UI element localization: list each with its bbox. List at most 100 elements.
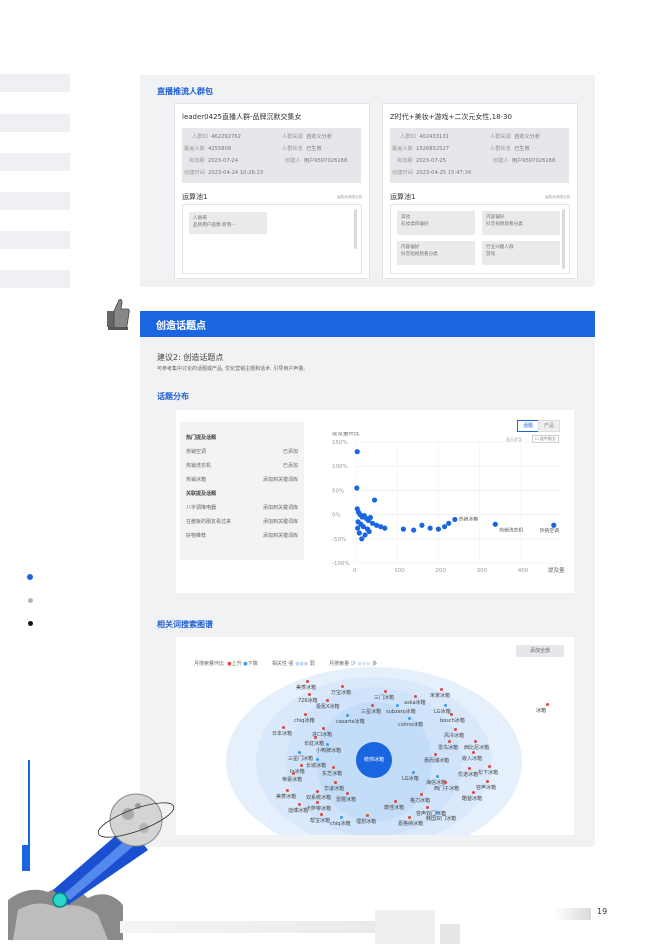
page-number: 19 bbox=[597, 907, 608, 916]
scatter-point[interactable] bbox=[354, 449, 360, 455]
rise-dot-icon bbox=[308, 693, 311, 696]
scatter-point[interactable] bbox=[367, 514, 374, 521]
keyword-node[interactable]: bosch冰箱 bbox=[440, 713, 465, 724]
keyword-node[interactable]: 冰箱 bbox=[536, 703, 549, 714]
scatter-point[interactable] bbox=[492, 521, 498, 527]
scatter-point[interactable] bbox=[356, 530, 362, 536]
keyword-node[interactable]: aska冰箱 bbox=[404, 695, 426, 706]
x-tick-label: 0 bbox=[353, 568, 357, 574]
keyword-node[interactable]: 理想冰箱 bbox=[356, 814, 376, 825]
decor-bar bbox=[555, 908, 591, 920]
info-value: 2023-07-24 bbox=[207, 158, 239, 164]
list-item-action[interactable]: 添加到关键词库 bbox=[263, 504, 298, 511]
list-item: 热销洗衣机 已添加 bbox=[186, 462, 298, 469]
rise-dot-icon bbox=[346, 792, 349, 795]
page-dot-active[interactable] bbox=[27, 574, 33, 580]
keyword-node[interactable]: 长城冰箱 bbox=[306, 758, 326, 769]
keyword-node[interactable]: 三星冰箱 bbox=[361, 704, 381, 715]
scatter-point[interactable] bbox=[551, 522, 557, 528]
keyword-node[interactable]: 风冷冰箱 bbox=[444, 728, 464, 739]
keyword-node[interactable]: 美菱冰箱 bbox=[276, 789, 296, 800]
crowd-chip[interactable]: 美妆 彩妆类目偏好 bbox=[397, 211, 475, 235]
scatter-point[interactable] bbox=[446, 520, 452, 526]
crowd-card[interactable]: leader0425直播人群-品牌沉默交集女 人群ID 462292762 人群… bbox=[174, 103, 370, 279]
scatter-point[interactable] bbox=[371, 497, 378, 503]
list-item-name: 热销洗衣机 bbox=[186, 463, 212, 469]
list-item-action[interactable]: 添加到关键词库 bbox=[263, 518, 298, 525]
keyword-node[interactable]: colmo冰箱 bbox=[398, 717, 423, 728]
keyword-node[interactable]: 小鸭牌冰箱 bbox=[316, 743, 341, 754]
list-item: 好物推荐 添加到关键词库 bbox=[186, 532, 298, 539]
keyword-node[interactable]: 韩国双门冰箱 bbox=[426, 811, 456, 822]
keyword-node[interactable]: 松下冰箱 bbox=[478, 765, 498, 776]
scatter-point[interactable] bbox=[419, 522, 425, 528]
tab-topic[interactable]: 话题 bbox=[517, 420, 539, 432]
scatter-point[interactable] bbox=[355, 525, 361, 531]
scatter-point[interactable] bbox=[366, 528, 372, 535]
keyword-node[interactable]: 三门冰箱 bbox=[374, 690, 394, 701]
keyword-node[interactable]: 雷霆冰箱 bbox=[336, 792, 356, 803]
keyword-node[interactable]: 华凌冰箱 bbox=[324, 781, 344, 792]
keyword-node[interactable]: 双系统冰箱 bbox=[306, 790, 331, 801]
keyword-node[interactable]: 酷爸冰箱 bbox=[462, 791, 482, 802]
keyword-node[interactable]: 格力冰箱 bbox=[410, 793, 430, 804]
keyword-node[interactable]: 嵌入冰箱 bbox=[462, 751, 482, 762]
keyword-node[interactable]: 726冰箱 bbox=[298, 693, 318, 704]
crowd-chip[interactable]: 内容偏好 抖音视频观看分类 bbox=[482, 211, 560, 235]
scatter-point[interactable] bbox=[441, 524, 448, 530]
crowd-chip[interactable]: 人群来 品牌用户画像·新用··· bbox=[189, 212, 267, 234]
keyword-node[interactable]: 惠而浦冰箱 bbox=[424, 753, 449, 764]
crowd-card[interactable]: Z时代+美妆+游戏+二次元女性,18-30 人群ID 402433131 人群来… bbox=[382, 103, 578, 279]
keyword-node[interactable]: chiq冰箱 bbox=[294, 713, 314, 724]
crowd-chip[interactable]: 行业兴趣人群 游戏 bbox=[482, 241, 560, 265]
scatter-point[interactable] bbox=[400, 526, 406, 532]
scatter-point[interactable] bbox=[452, 516, 458, 523]
scrollbar[interactable] bbox=[354, 209, 357, 249]
page-dot[interactable] bbox=[28, 598, 33, 603]
tab-product[interactable]: 产品 bbox=[538, 420, 560, 432]
keyword-node[interactable]: 极氪X冰箱 bbox=[316, 699, 339, 710]
crowd-chip[interactable]: 内容偏好 抖音短视频看分类 bbox=[397, 241, 475, 265]
keyword-node[interactable]: 优诺冰箱 bbox=[458, 767, 478, 778]
keyword-node[interactable]: 迪博冰箱 bbox=[288, 803, 308, 814]
pool-doc-link[interactable]: 运算池说明文档 bbox=[337, 195, 362, 200]
pool-doc-link[interactable]: 运算池说明文档 bbox=[545, 195, 570, 200]
keyword-node[interactable]: 卡萨帝冰箱 bbox=[306, 801, 331, 812]
keyword-node[interactable]: 康佳冰箱 bbox=[384, 800, 404, 811]
keyword-node[interactable]: LG冰箱 bbox=[402, 771, 419, 782]
list-item-action[interactable]: 已添加 bbox=[283, 448, 298, 455]
info-value: 2023-07-25 bbox=[415, 158, 447, 164]
keyword-node[interactable]: 美菱冰箱 bbox=[296, 680, 316, 691]
info-key: 创建人 bbox=[493, 158, 509, 164]
scatter-point[interactable] bbox=[435, 526, 441, 532]
keyword-node[interactable]: 西门子冰箱 bbox=[434, 781, 459, 792]
scrollbar[interactable] bbox=[562, 209, 565, 269]
page-dot[interactable] bbox=[28, 621, 33, 626]
keyword-node[interactable]: 容声冰箱 bbox=[476, 780, 496, 791]
info-value: 已生效 bbox=[306, 146, 322, 152]
keyword-node[interactable]: 嘉格纳冰箱 bbox=[398, 816, 423, 827]
keyword-node[interactable]: subzero冰箱 bbox=[386, 704, 416, 715]
scatter-point[interactable] bbox=[382, 525, 388, 531]
list-item-action[interactable]: 已添加 bbox=[283, 462, 298, 469]
keyword-node[interactable]: 日本冰箱 bbox=[272, 726, 292, 737]
scatter-point[interactable] bbox=[354, 485, 360, 491]
scatter-point[interactable] bbox=[411, 527, 417, 533]
keyword-node[interactable]: 帝豪冰箱 bbox=[282, 772, 302, 783]
keyword-node[interactable]: 雷鸟冰箱 bbox=[438, 740, 458, 751]
list-item-action[interactable]: 添加到关键词库 bbox=[263, 532, 298, 539]
keyword-node[interactable]: 万宝冰箱 bbox=[331, 685, 351, 696]
keyword-node[interactable]: LG冰箱 bbox=[434, 704, 451, 715]
keyword-label: LG冰箱 bbox=[434, 709, 451, 715]
keyword-node[interactable]: chiq冰箱 bbox=[330, 816, 350, 827]
keyword-node[interactable]: 西比尼冰箱 bbox=[464, 740, 489, 751]
keyword-node[interactable]: 帮宝冰箱 bbox=[310, 813, 330, 824]
scatter-point[interactable] bbox=[359, 536, 365, 542]
scatter-point[interactable] bbox=[427, 525, 433, 531]
keyword-node[interactable]: 三星门冰箱 bbox=[288, 751, 313, 762]
keyword-node[interactable]: 长虹冰箱 bbox=[304, 736, 324, 747]
keyword-node[interactable]: casarte冰箱 bbox=[336, 714, 365, 725]
keyword-node[interactable]: 东芝冰箱 bbox=[322, 766, 342, 777]
keyword-node[interactable]: 米家冰箱 bbox=[430, 688, 450, 699]
list-item-action[interactable]: 添加到关键词库 bbox=[263, 476, 298, 483]
